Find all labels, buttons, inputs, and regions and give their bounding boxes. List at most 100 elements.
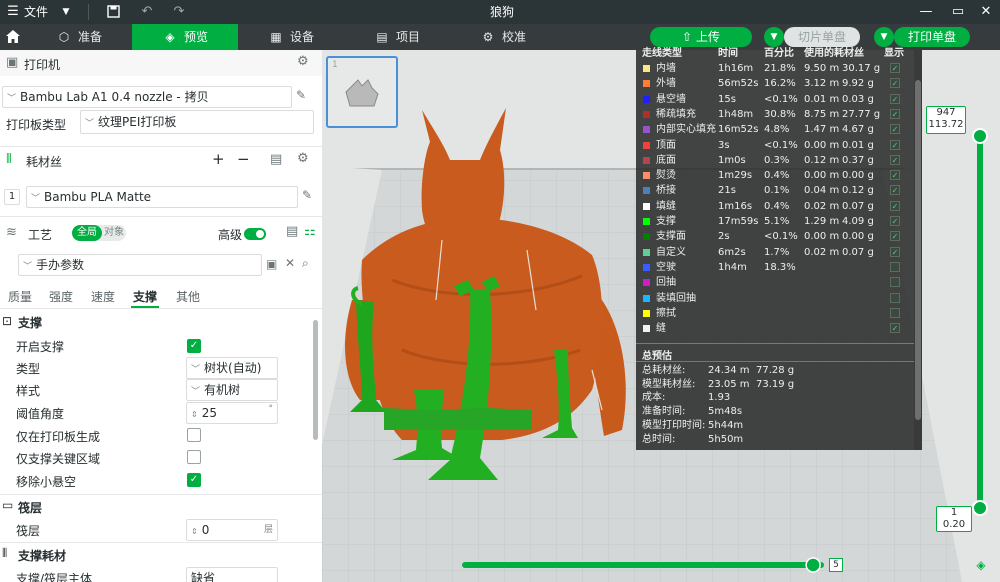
tab-calibration[interactable]: ⚙ 校准 — [476, 24, 566, 50]
legend-row[interactable]: 内墙 1h16m 21.8% 9.50 m 30.17 g ✓ — [636, 61, 914, 76]
legend-visibility-checkbox[interactable]: ✓ — [890, 108, 900, 119]
legend-row[interactable]: 稀疏填充 1h48m 30.8% 8.75 m 27.77 g ✓ — [636, 107, 914, 122]
subtab-speed[interactable]: 速度 — [91, 288, 115, 305]
legend-visibility-checkbox[interactable]: ✓ — [890, 200, 900, 211]
remove-small-overhangs-checkbox[interactable]: ✓ — [187, 473, 201, 487]
legend-row[interactable]: 缝 ✓ — [636, 321, 914, 336]
legend-row[interactable]: 空驶 1h4m 18.3% — [636, 260, 914, 275]
enable-support-checkbox[interactable]: ✓ — [187, 339, 201, 353]
tab-prepare[interactable]: ⬡ 准备 — [40, 24, 132, 50]
legend-visibility-checkbox[interactable]: ✓ — [890, 170, 900, 181]
plate-type-select[interactable]: ﹀ 纹理PEI打印板 — [80, 110, 314, 134]
layer-slider-track[interactable] — [977, 138, 983, 506]
home-tab[interactable] — [0, 24, 26, 50]
edit-icon[interactable]: ✎ — [296, 88, 306, 102]
file-menu[interactable]: 文件 — [24, 0, 48, 24]
plate-thumbnail[interactable]: 1 — [326, 56, 398, 128]
subtab-strength[interactable]: 强度 — [49, 288, 73, 305]
legend-row[interactable]: 悬空墙 15s <0.1% 0.01 m 0.03 g ✓ — [636, 92, 914, 107]
legend-visibility-checkbox[interactable]: ✓ — [890, 93, 900, 104]
legend-visibility-checkbox[interactable] — [890, 292, 900, 303]
edit-icon[interactable]: ✎ — [302, 188, 312, 202]
legend-row[interactable]: 装填回抽 — [636, 291, 914, 306]
global-object-switch[interactable]: 全局 对象 — [72, 225, 126, 241]
legend-row[interactable]: 熨烫 1m29s 0.4% 0.00 m 0.00 g ✓ — [636, 168, 914, 183]
legend-visibility-checkbox[interactable]: ✓ — [890, 323, 900, 334]
legend-visibility-checkbox[interactable] — [890, 277, 900, 288]
legend-visibility-checkbox[interactable]: ✓ — [890, 63, 900, 73]
legend-row[interactable]: 桥接 21s 0.1% 0.04 m 0.12 g ✓ — [636, 183, 914, 198]
maximize-icon[interactable]: ▭ — [948, 0, 968, 24]
slice-dropdown-button[interactable]: ▼ — [764, 27, 784, 47]
printer-select[interactable]: ﹀ Bambu Lab A1 0.4 nozzle - 拷贝 — [2, 86, 292, 108]
search-icon[interactable]: ⌕ — [302, 256, 309, 271]
hamburger-icon[interactable]: ☰ — [4, 0, 22, 24]
legend-row[interactable]: 支撑面 2s <0.1% 0.00 m 0.00 g ✓ — [636, 229, 914, 244]
tab-project[interactable]: ▤ 项目 — [370, 24, 460, 50]
legend-row[interactable]: 回抽 — [636, 275, 914, 290]
panel-scrollbar[interactable] — [313, 320, 318, 440]
tab-device[interactable]: ▦ 设备 — [262, 24, 352, 50]
save-icon[interactable] — [104, 0, 122, 24]
legend-visibility-checkbox[interactable]: ✓ — [890, 78, 900, 89]
tab-preview[interactable]: ◈ 预览 — [132, 24, 238, 50]
support-type-select[interactable]: ﹀ 树状(自动) — [186, 357, 278, 379]
slice-plate-button[interactable]: 切片单盘 — [784, 27, 860, 47]
chevron-down-icon[interactable]: ▼ — [58, 0, 74, 24]
threshold-angle-spinner[interactable]: ⇕ 25 ° — [186, 402, 278, 424]
legend-visibility-checkbox[interactable]: ✓ — [890, 154, 900, 165]
close-icon[interactable]: ✕ — [976, 0, 996, 24]
save-preset-icon[interactable]: ▣ — [266, 257, 277, 271]
legend-row[interactable]: 外墙 56m52s 16.2% 3.12 m 9.92 g ✓ — [636, 76, 914, 91]
support-style-select[interactable]: ﹀ 有机树 — [186, 379, 278, 401]
critical-regions-checkbox[interactable] — [187, 450, 201, 464]
legend-row[interactable]: 擦拭 — [636, 306, 914, 321]
legend-visibility-checkbox[interactable]: ✓ — [890, 124, 900, 135]
close-icon[interactable]: ✕ — [285, 256, 295, 270]
legend-visibility-checkbox[interactable]: ✓ — [890, 231, 900, 242]
upload-button[interactable]: ⇧ 上传 — [650, 27, 752, 47]
gear-icon[interactable]: ⚙ — [297, 151, 309, 166]
minimize-icon[interactable]: — — [916, 0, 936, 24]
add-filament-icon[interactable]: + — [212, 150, 225, 168]
process-preset-select[interactable]: ﹀ 手办参数 — [18, 254, 262, 276]
legend-visibility-checkbox[interactable]: ✓ — [890, 246, 900, 257]
raft-layers-spinner[interactable]: ⇕ 0 层 — [186, 519, 278, 541]
legend-visibility-checkbox[interactable] — [890, 261, 900, 272]
legend-row[interactable]: 内部实心填充 16m52s 4.8% 1.47 m 4.67 g ✓ — [636, 122, 914, 137]
print-plate-button[interactable]: 打印单盘 — [894, 27, 970, 47]
advanced-toggle[interactable] — [244, 228, 266, 240]
legend-visibility-checkbox[interactable]: ✓ — [890, 216, 900, 226]
legend-scrollbar[interactable] — [914, 50, 922, 450]
subtab-quality[interactable]: 质量 — [8, 288, 32, 305]
move-slider-track[interactable] — [462, 562, 824, 568]
support-base-select[interactable]: 缺省 — [186, 567, 278, 582]
subtab-others[interactable]: 其他 — [176, 288, 200, 305]
on-buildplate-only-checkbox[interactable] — [187, 428, 201, 442]
compare-icon[interactable]: ⚏ — [304, 224, 316, 239]
legend-row[interactable]: 自定义 6m2s 1.7% 0.02 m 0.07 g ✓ — [636, 245, 914, 260]
layer-slider-top-thumb[interactable] — [972, 128, 988, 144]
move-slider-thumb[interactable] — [805, 557, 821, 573]
remove-filament-icon[interactable]: − — [237, 150, 250, 168]
layers-toggle-icon[interactable]: ◈ — [974, 558, 988, 572]
layer-slider-bottom-thumb[interactable] — [972, 500, 988, 516]
legend-row[interactable]: 支撑 17m59s 5.1% 1.29 m 4.09 g ✓ — [636, 214, 914, 229]
legend-visibility-checkbox[interactable] — [890, 307, 900, 318]
legend-visibility-checkbox[interactable]: ✓ — [890, 139, 900, 150]
filament-select[interactable]: ﹀ Bambu PLA Matte — [26, 186, 298, 208]
list-icon[interactable]: ▤ — [286, 224, 298, 239]
legend-color-swatch — [643, 172, 650, 180]
undo-icon[interactable]: ↶ — [138, 0, 156, 24]
legend-scrollbar-thumb[interactable] — [915, 80, 921, 420]
legend-visibility-checkbox[interactable]: ✓ — [890, 185, 900, 196]
legend-row[interactable]: 顶面 3s <0.1% 0.00 m 0.01 g ✓ — [636, 138, 914, 153]
legend-row[interactable]: 填缝 1m16s 0.4% 0.02 m 0.07 g ✓ — [636, 199, 914, 214]
gear-icon[interactable]: ⚙ — [297, 54, 309, 69]
legend-percent: 30.8% — [764, 108, 796, 120]
legend-row[interactable]: 底面 1m0s 0.3% 0.12 m 0.37 g ✓ — [636, 153, 914, 168]
subtab-support[interactable]: 支撑 — [133, 288, 157, 305]
print-dropdown-button[interactable]: ▼ — [874, 27, 894, 47]
redo-icon[interactable]: ↷ — [170, 0, 188, 24]
sync-filament-icon[interactable]: ▤ — [270, 152, 282, 167]
